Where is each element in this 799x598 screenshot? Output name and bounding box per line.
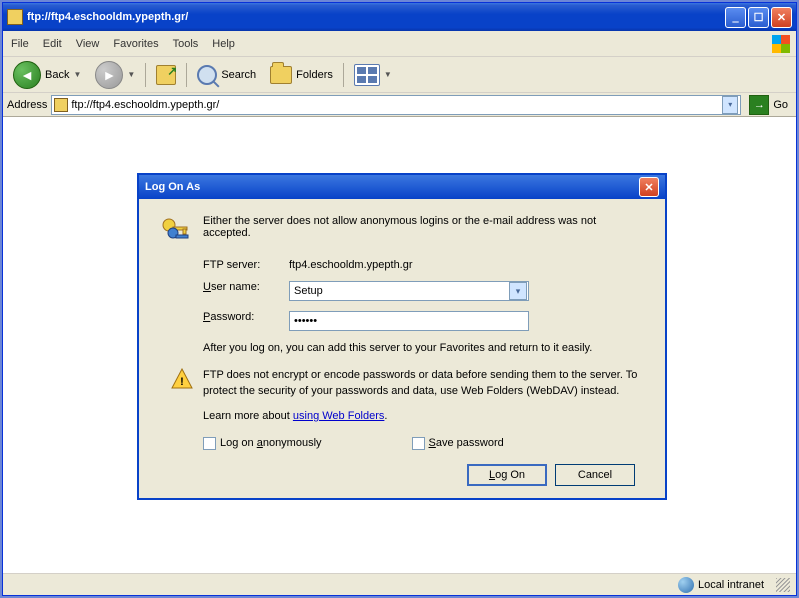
logon-dialog: Log On As ✕ Either the server does not a… (137, 173, 667, 500)
address-dropdown-icon[interactable]: ▾ (722, 96, 738, 114)
anonymous-checkbox[interactable]: Log on anonymously (203, 437, 322, 450)
address-value: ftp://ftp4.eschooldm.ypepth.gr/ (71, 99, 219, 111)
addressbar: Address ftp://ftp4.eschooldm.ypepth.gr/ … (3, 93, 796, 117)
back-arrow-icon: ◄ (13, 61, 41, 89)
app-icon (7, 9, 23, 25)
server-value: ftp4.eschooldm.ypepth.gr (289, 259, 413, 271)
menubar: File Edit View Favorites Tools Help (3, 31, 796, 57)
checkbox-icon (412, 437, 425, 450)
menu-tools[interactable]: Tools (173, 38, 199, 50)
explorer-window: ftp://ftp4.eschooldm.ypepth.gr/ ‗ ☐ ✕ Fi… (2, 2, 797, 596)
dialog-message: Either the server does not allow anonymo… (203, 215, 645, 239)
warning-text: FTP does not encrypt or encode passwords… (203, 368, 645, 399)
go-button[interactable]: → Go (745, 93, 792, 117)
folder-up-icon (156, 65, 176, 85)
search-icon (197, 65, 217, 85)
after-logon-text: After you log on, you can add this serve… (203, 341, 645, 356)
windows-logo-icon (772, 35, 790, 53)
web-folders-link[interactable]: using Web Folders (293, 410, 385, 422)
folders-icon (270, 66, 292, 84)
maximize-button[interactable]: ☐ (748, 7, 769, 28)
go-arrow-icon: → (749, 95, 769, 115)
save-password-checkbox[interactable]: Save password (412, 437, 504, 450)
folders-button[interactable]: Folders (266, 64, 337, 86)
forward-button[interactable]: ► ▼ (91, 59, 139, 91)
menu-favorites[interactable]: Favorites (113, 38, 158, 50)
menu-view[interactable]: View (76, 38, 100, 50)
checkbox-icon (203, 437, 216, 450)
zone-icon (678, 577, 694, 593)
username-input[interactable]: Setup (289, 281, 529, 301)
zone-text: Local intranet (698, 579, 764, 591)
dialog-close-button[interactable]: ✕ (639, 177, 659, 197)
chevron-down-icon: ▼ (73, 70, 81, 79)
address-label: Address (7, 99, 47, 111)
window-title: ftp://ftp4.eschooldm.ypepth.gr/ (27, 11, 188, 23)
separator (145, 63, 146, 87)
warning-icon: ! (171, 368, 193, 390)
forward-arrow-icon: ► (95, 61, 123, 89)
statusbar: Local intranet (3, 573, 796, 595)
titlebar: ftp://ftp4.eschooldm.ypepth.gr/ ‗ ☐ ✕ (3, 3, 796, 31)
username-label: User name: (203, 281, 289, 301)
up-button[interactable] (152, 63, 180, 87)
logon-button[interactable]: Log On (467, 464, 547, 486)
back-button[interactable]: ◄ Back ▼ (9, 59, 85, 91)
menu-help[interactable]: Help (212, 38, 235, 50)
keys-icon (159, 215, 191, 247)
close-button[interactable]: ✕ (771, 7, 792, 28)
search-button[interactable]: Search (193, 63, 260, 87)
separator (186, 63, 187, 87)
ftp-site-icon (54, 98, 68, 112)
svg-text:!: ! (180, 376, 184, 388)
minimize-button[interactable]: ‗ (725, 7, 746, 28)
chevron-down-icon: ▼ (127, 70, 135, 79)
address-input[interactable]: ftp://ftp4.eschooldm.ypepth.gr/ ▾ (51, 95, 741, 115)
menu-file[interactable]: File (11, 38, 29, 50)
separator (343, 63, 344, 87)
dialog-titlebar: Log On As ✕ (139, 175, 665, 199)
cancel-button[interactable]: Cancel (555, 464, 635, 486)
views-icon (354, 64, 380, 86)
password-input[interactable]: •••••• (289, 311, 529, 331)
password-label: Password: (203, 311, 289, 331)
content-area: Log On As ✕ Either the server does not a… (3, 117, 796, 573)
views-button[interactable]: ▼ (350, 62, 396, 88)
learn-more-text: Learn more about using Web Folders. (203, 409, 645, 424)
resize-grip-icon[interactable] (776, 578, 790, 592)
menu-edit[interactable]: Edit (43, 38, 62, 50)
dialog-title: Log On As (145, 181, 200, 193)
toolbar: ◄ Back ▼ ► ▼ Search Folders ▼ (3, 57, 796, 93)
chevron-down-icon: ▼ (384, 70, 392, 79)
server-label: FTP server: (203, 259, 289, 271)
